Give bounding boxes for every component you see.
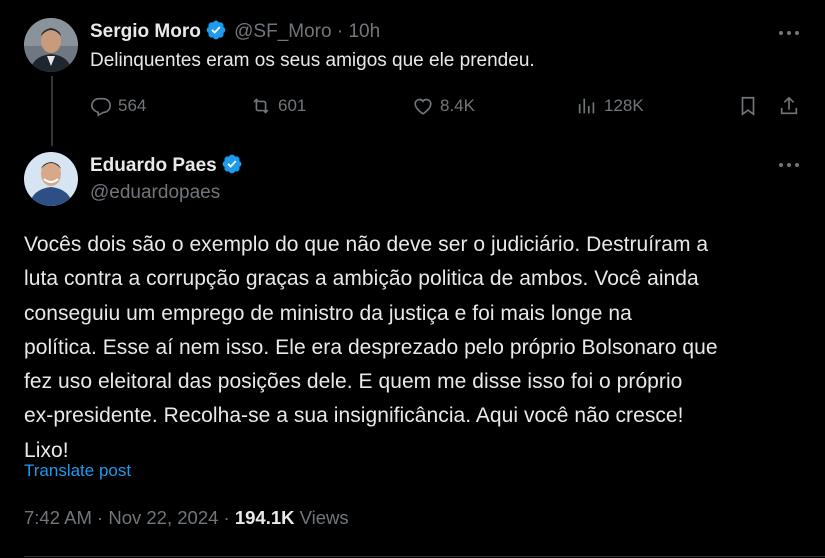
text-line: política. Esse aí nem isso. Ele era desp… <box>24 335 718 359</box>
reply-button[interactable]: 564 <box>90 91 146 121</box>
like-count: 8.4K <box>440 96 475 115</box>
verified-badge-icon <box>222 154 242 174</box>
share-button[interactable] <box>778 91 800 121</box>
reply-tweet-header: Sergio Moro @SF_Moro · 10h <box>90 19 380 43</box>
person-avatar-icon <box>24 152 78 206</box>
person-avatar-icon <box>24 18 78 72</box>
reply-tweet-text: Delinquentes eram os seus amigos que ele… <box>90 50 535 71</box>
separator-dot: · <box>223 507 230 528</box>
text-line: luta contra a corrupção graças a ambição… <box>24 267 699 291</box>
heart-icon <box>414 98 432 115</box>
divider <box>24 556 825 557</box>
text-line: Lixo! <box>24 438 69 462</box>
text-line: conseguiu um emprego de ministro da just… <box>24 301 632 325</box>
timestamp[interactable]: 10h <box>348 21 380 42</box>
text-line: Vocês dois são o exemplo do que não deve… <box>24 233 709 256</box>
post-time[interactable]: 7:42 AM <box>24 507 92 528</box>
repost-icon <box>253 98 269 114</box>
handle[interactable]: @eduardopaes <box>90 182 220 204</box>
main-tweet-author: Eduardo Paes <box>90 153 243 177</box>
handle[interactable]: @SF_Moro <box>234 21 331 42</box>
like-button[interactable]: 8.4K <box>412 91 475 121</box>
display-name[interactable]: Sergio Moro <box>90 21 201 42</box>
avatar-sergio-moro[interactable] <box>24 18 78 72</box>
text-line: fez uso eleitoral das posições dele. E q… <box>24 370 683 394</box>
reply-count: 564 <box>118 96 147 115</box>
verified-badge-icon <box>206 20 226 40</box>
text-line: ex-presidente. Recolha-se a sua insignif… <box>24 404 684 428</box>
views-label: Views <box>299 507 349 528</box>
thread-connector-line <box>51 76 53 146</box>
views-count: 128K <box>604 96 644 115</box>
display-name[interactable]: Eduardo Paes <box>90 155 217 176</box>
translate-post-link[interactable]: Translate post <box>24 461 131 481</box>
more-options-button[interactable] <box>777 21 801 45</box>
separator-dot: · <box>336 21 344 42</box>
avatar-eduardo-paes[interactable] <box>24 152 78 206</box>
main-tweet-text: Vocês dois são o exemplo do que não deve… <box>24 228 814 468</box>
more-options-button[interactable] <box>777 153 801 177</box>
repost-button[interactable]: 601 <box>250 91 306 121</box>
bookmark-button[interactable] <box>737 91 759 121</box>
views-count: 194.1K <box>234 507 295 528</box>
bookmark-icon <box>741 96 755 116</box>
reply-icon <box>91 97 111 117</box>
share-icon <box>780 96 798 115</box>
separator-dot: · <box>97 507 104 528</box>
tweet-metadata: 7:42 AM · Nov 22, 2024 · 194.1K Views <box>24 507 349 529</box>
analytics-icon <box>578 98 595 114</box>
post-date[interactable]: Nov 22, 2024 <box>108 507 218 528</box>
views-button[interactable]: 128K <box>576 91 644 121</box>
repost-count: 601 <box>278 96 307 115</box>
